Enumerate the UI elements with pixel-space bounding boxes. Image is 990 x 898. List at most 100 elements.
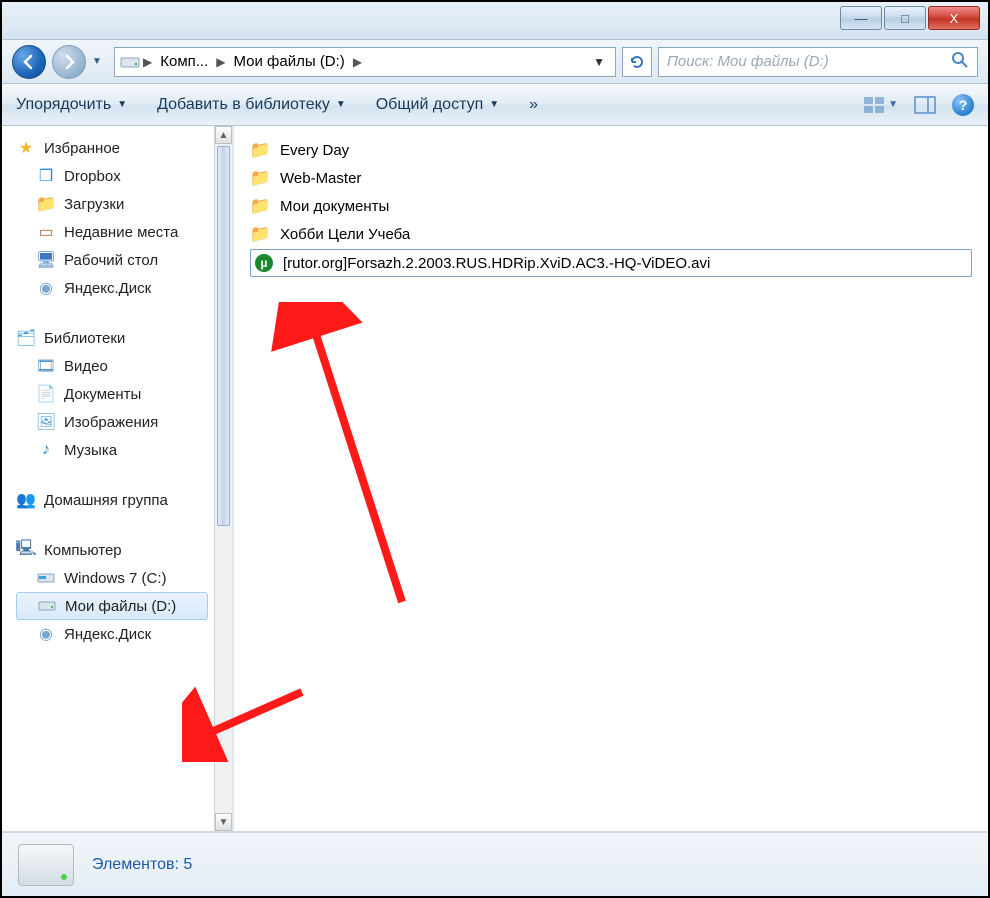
arrow-left-icon <box>21 54 37 70</box>
file-name: [rutor.org]Forsazh.2.2003.RUS.HDRip.XviD… <box>283 255 710 272</box>
back-button[interactable] <box>12 45 46 79</box>
navigation-pane: ★ Избранное ❒ Dropbox 📁 Загрузки ▭ Недав… <box>2 126 232 831</box>
sidebar-item-computer[interactable]: 🖳 Компьютер <box>16 536 228 564</box>
preview-pane-button[interactable] <box>914 96 936 114</box>
homegroup-icon: 👥 <box>16 490 36 510</box>
computer-icon: 🖳 <box>16 540 36 560</box>
status-text: Элементов: 5 <box>92 856 192 874</box>
breadcrumb-segment[interactable]: Комп... <box>154 53 214 70</box>
sidebar-item-yandex-disk[interactable]: ◉ Яндекс.Диск <box>16 274 228 302</box>
scroll-up-icon[interactable]: ▲ <box>215 126 232 144</box>
folder-icon: 📁 <box>250 168 270 188</box>
scroll-thumb[interactable] <box>217 146 230 526</box>
arrow-right-icon <box>61 54 77 70</box>
sidebar-item-videos[interactable]: 🎞 Видео <box>16 352 228 380</box>
recent-icon: ▭ <box>36 222 56 242</box>
breadcrumb-dropdown[interactable]: ▼ <box>587 55 611 69</box>
libraries-icon: 🗂 <box>16 328 36 348</box>
file-name: Web-Master <box>280 170 361 187</box>
chevron-down-icon: ▼ <box>888 99 898 110</box>
recent-locations-dropdown[interactable]: ▼ <box>92 56 108 67</box>
sidebar-item-libraries[interactable]: 🗂 Библиотеки <box>16 324 228 352</box>
sidebar-item-documents[interactable]: 📄 Документы <box>16 380 228 408</box>
file-name: Every Day <box>280 142 349 159</box>
list-item[interactable]: 📁 Мои документы <box>250 192 972 220</box>
sidebar-group-computer: 🖳 Компьютер Windows 7 (C:) Мои файлы (D:… <box>16 536 228 648</box>
sidebar-label: Рабочий стол <box>64 252 158 269</box>
view-icon <box>863 96 885 114</box>
sidebar-scrollbar[interactable]: ▲ ▼ <box>214 126 232 831</box>
sidebar-item-favorites[interactable]: ★ Избранное <box>16 134 228 162</box>
drive-icon <box>37 596 57 616</box>
sidebar-item-recent[interactable]: ▭ Недавние места <box>16 218 228 246</box>
toolbar-overflow[interactable]: » <box>529 96 538 114</box>
maximize-button[interactable]: □ <box>884 6 926 30</box>
file-name: Хобби Цели Учеба <box>280 226 410 243</box>
forward-button[interactable] <box>52 45 86 79</box>
sidebar-item-yandex-disk-drive[interactable]: ◉ Яндекс.Диск <box>16 620 228 648</box>
sidebar-item-downloads[interactable]: 📁 Загрузки <box>16 190 228 218</box>
sidebar-group-homegroup: 👥 Домашняя группа <box>16 486 228 514</box>
close-button[interactable]: X <box>928 6 980 30</box>
refresh-button[interactable] <box>622 47 652 77</box>
breadcrumb[interactable]: ▶ Комп... ▶ Мои файлы (D:) ▶ ▼ <box>114 47 616 77</box>
share-menu[interactable]: Общий доступ ▼ <box>376 96 499 114</box>
list-item-selected[interactable]: µ [rutor.org]Forsazh.2.2003.RUS.HDRip.Xv… <box>250 249 972 277</box>
list-item[interactable]: 📁 Every Day <box>250 136 972 164</box>
folder-icon: 📁 <box>36 194 56 214</box>
toolbar-label: Добавить в библиотеку <box>157 96 330 114</box>
list-item[interactable]: 📁 Web-Master <box>250 164 972 192</box>
chevron-right-icon: ▶ <box>214 55 227 69</box>
minimize-button[interactable]: — <box>840 6 882 30</box>
sidebar-label: Dropbox <box>64 168 121 185</box>
sidebar-item-homegroup[interactable]: 👥 Домашняя группа <box>16 486 228 514</box>
chevron-down-icon: ▼ <box>489 99 499 110</box>
sidebar-label: Музыка <box>64 442 117 459</box>
sidebar-group-favorites: ★ Избранное ❒ Dropbox 📁 Загрузки ▭ Недав… <box>16 134 228 302</box>
sidebar-item-dropbox[interactable]: ❒ Dropbox <box>16 162 228 190</box>
scroll-down-icon[interactable]: ▼ <box>215 813 232 831</box>
organize-menu[interactable]: Упорядочить ▼ <box>16 96 127 114</box>
list-item[interactable]: 📁 Хобби Цели Учеба <box>250 220 972 248</box>
sidebar-label: Избранное <box>44 140 120 157</box>
chevron-right-icon: ▶ <box>351 55 364 69</box>
file-name: Мои документы <box>280 198 389 215</box>
folder-icon: 📁 <box>250 140 270 160</box>
folder-icon: 📁 <box>250 196 270 216</box>
help-button[interactable]: ? <box>952 94 974 116</box>
sidebar-label: Яндекс.Диск <box>64 280 151 297</box>
chevron-down-icon: ▼ <box>117 99 127 110</box>
sidebar-item-music[interactable]: ♪ Музыка <box>16 436 228 464</box>
sidebar-item-drive-c[interactable]: Windows 7 (C:) <box>16 564 228 592</box>
chevron-down-icon: ▼ <box>336 99 346 110</box>
music-icon: ♪ <box>36 440 56 460</box>
disk-icon: ◉ <box>36 624 56 644</box>
view-options-button[interactable]: ▼ <box>863 96 898 114</box>
video-icon: 🎞 <box>36 356 56 376</box>
command-toolbar: Упорядочить ▼ Добавить в библиотеку ▼ Об… <box>2 84 988 126</box>
titlebar: — □ X <box>2 2 988 40</box>
disk-icon: ◉ <box>36 278 56 298</box>
sidebar-item-desktop[interactable]: 🖥 Рабочий стол <box>16 246 228 274</box>
preview-pane-icon <box>914 96 936 114</box>
sidebar-label: Библиотеки <box>44 330 125 347</box>
search-placeholder: Поиск: Мои файлы (D:) <box>667 53 829 70</box>
help-icon: ? <box>959 97 968 113</box>
sidebar-label: Загрузки <box>64 196 124 213</box>
sidebar-label: Яндекс.Диск <box>64 626 151 643</box>
sidebar-item-pictures[interactable]: 🖼 Изображения <box>16 408 228 436</box>
folder-icon: 📁 <box>250 224 270 244</box>
search-input[interactable]: Поиск: Мои файлы (D:) <box>658 47 978 77</box>
sidebar-label: Видео <box>64 358 108 375</box>
sidebar-label: Недавние места <box>64 224 178 241</box>
toolbar-label: Общий доступ <box>376 96 484 114</box>
sidebar-label: Домашняя группа <box>44 492 168 509</box>
breadcrumb-segment[interactable]: Мои файлы (D:) <box>228 53 351 70</box>
star-icon: ★ <box>16 138 36 158</box>
sidebar-item-drive-d[interactable]: Мои файлы (D:) <box>16 592 208 620</box>
file-list[interactable]: 📁 Every Day 📁 Web-Master 📁 Мои документы… <box>234 126 988 831</box>
documents-icon: 📄 <box>36 384 56 404</box>
sidebar-label: Изображения <box>64 414 158 431</box>
utorrent-icon: µ <box>255 254 273 272</box>
add-to-library-menu[interactable]: Добавить в библиотеку ▼ <box>157 96 346 114</box>
